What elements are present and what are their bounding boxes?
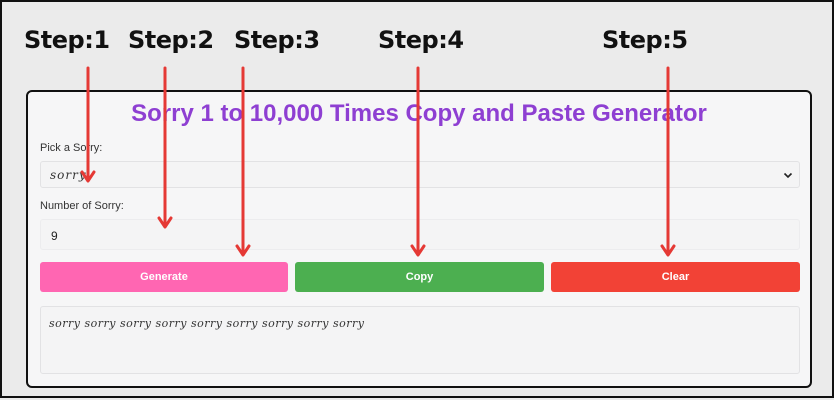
- screenshot-frame: Step:1 Step:2 Step:3 Step:4 Step:5 Sorry…: [0, 0, 834, 398]
- sorry-select-value: sorry: [50, 168, 87, 182]
- chevron-down-icon: [783, 172, 793, 179]
- sorry-select[interactable]: sorry: [40, 161, 800, 188]
- number-of-sorry-label: Number of Sorry:: [40, 200, 124, 212]
- number-of-sorry-value: 9: [51, 229, 58, 243]
- clear-button[interactable]: Clear: [551, 262, 800, 292]
- number-of-sorry-input[interactable]: 9: [40, 219, 800, 250]
- page-title: Sorry 1 to 10,000 Times Copy and Paste G…: [131, 100, 707, 127]
- copy-button[interactable]: Copy: [295, 262, 544, 292]
- output-textarea[interactable]: sorry sorry sorry sorry sorry sorry sorr…: [40, 306, 800, 374]
- generate-button[interactable]: Generate: [40, 262, 288, 292]
- step-4-label: Step:4: [378, 26, 464, 54]
- step-5-label: Step:5: [602, 26, 688, 54]
- generator-card: Sorry 1 to 10,000 Times Copy and Paste G…: [26, 90, 812, 388]
- output-text: sorry sorry sorry sorry sorry sorry sorr…: [49, 317, 365, 330]
- step-3-label: Step:3: [234, 26, 320, 54]
- step-1-label: Step:1: [24, 26, 110, 54]
- step-2-label: Step:2: [128, 26, 214, 54]
- pick-sorry-label: Pick a Sorry:: [40, 142, 103, 154]
